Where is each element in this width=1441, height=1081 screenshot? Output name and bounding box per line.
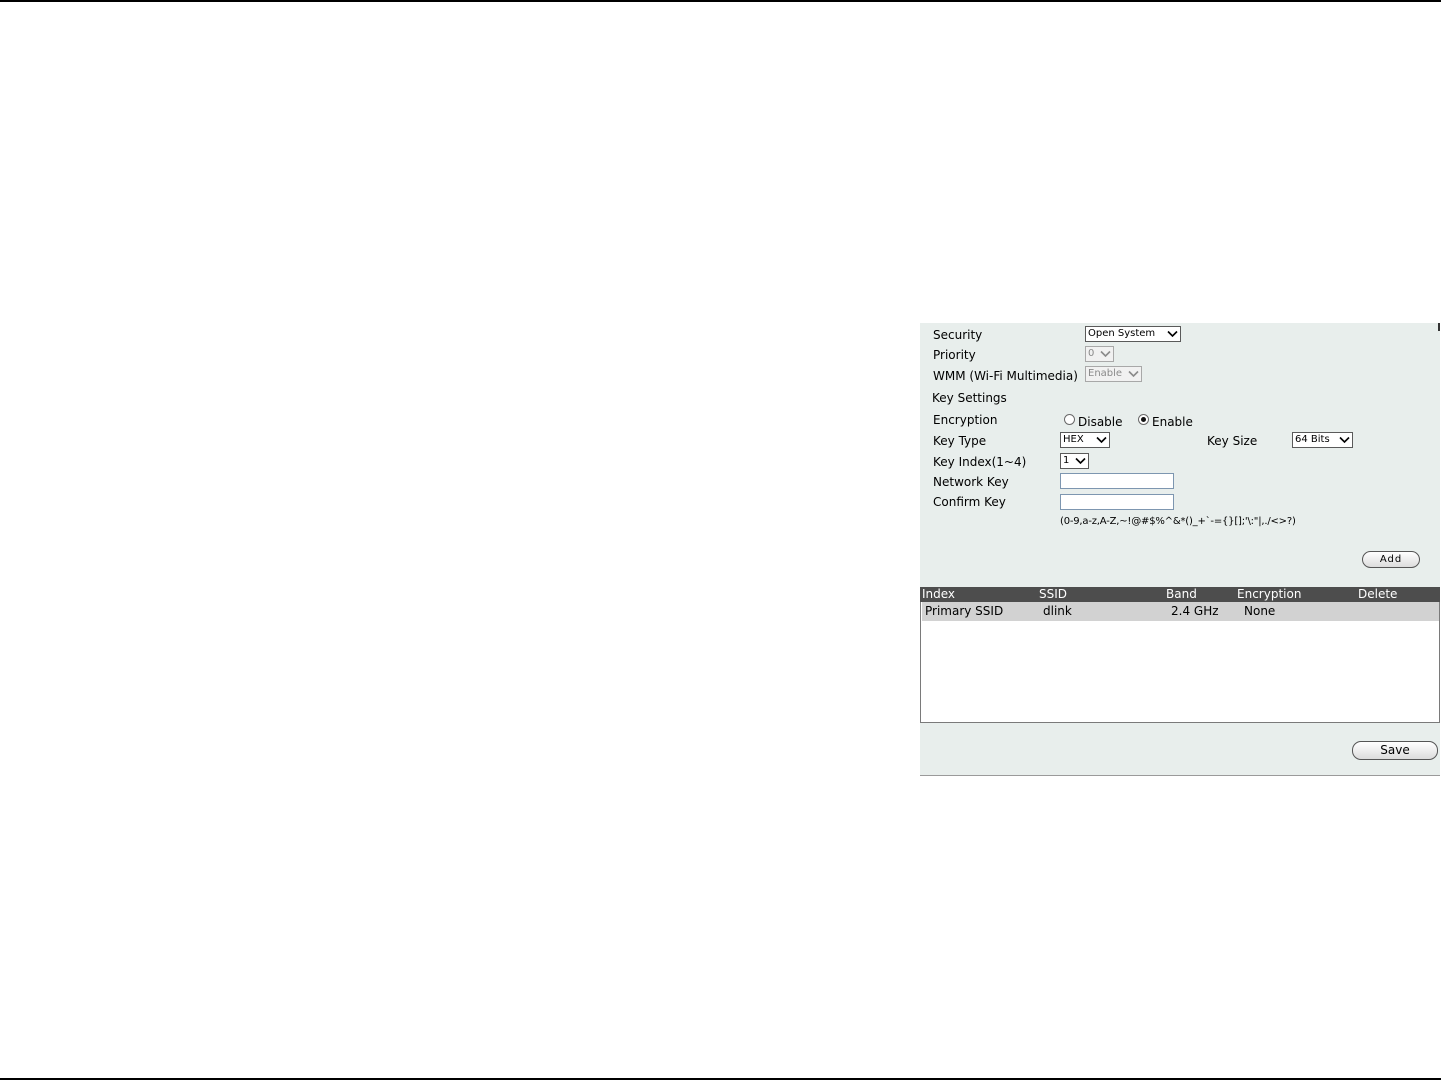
chevron-down-icon <box>1128 370 1139 378</box>
row-ssid-cell: dlink <box>1043 604 1072 618</box>
add-button[interactable]: Add <box>1362 551 1420 568</box>
corner-marker <box>1438 323 1440 331</box>
confirm-key-input[interactable] <box>1060 494 1174 510</box>
security-value: Open System <box>1088 328 1156 339</box>
ssid-table-body: Primary SSID dlink 2.4 GHz None <box>920 602 1440 723</box>
top-rule <box>0 0 1441 2</box>
encryption-label: Encryption <box>933 413 998 427</box>
ssid-table-header: Index SSID Band Encryption Delete <box>920 587 1440 602</box>
encryption-enable-label: Enable <box>1152 415 1193 429</box>
row-index-cell: Primary SSID <box>925 604 1004 618</box>
bottom-rule <box>0 1078 1441 1080</box>
chevron-down-icon <box>1100 350 1111 358</box>
chevron-down-icon <box>1339 436 1350 444</box>
key-type-select[interactable]: HEX <box>1060 432 1110 448</box>
key-type-label: Key Type <box>933 434 987 448</box>
network-key-input[interactable] <box>1060 473 1174 489</box>
wmm-label: WMM (Wi-Fi Multimedia) <box>933 369 1078 383</box>
key-size-select[interactable]: 64 Bits <box>1292 432 1353 448</box>
priority-value: 0 <box>1088 348 1095 359</box>
row-band-cell: 2.4 GHz <box>1171 604 1219 618</box>
encryption-enable-radio[interactable] <box>1138 414 1149 425</box>
row-encryption-cell: None <box>1244 604 1276 618</box>
save-button[interactable]: Save <box>1352 741 1438 760</box>
priority-label: Priority <box>933 348 976 362</box>
chevron-down-icon <box>1096 436 1107 444</box>
confirm-key-label: Confirm Key <box>933 495 1006 509</box>
column-header-delete: Delete <box>1358 587 1398 601</box>
key-index-value: 1 <box>1063 455 1070 466</box>
column-header-ssid: SSID <box>1039 587 1068 601</box>
ssid-table: Index SSID Band Encryption Delete Primar… <box>920 587 1440 723</box>
network-key-label: Network Key <box>933 475 1009 489</box>
key-index-label: Key Index(1~4) <box>933 455 1027 469</box>
key-size-label: Key Size <box>1207 434 1258 448</box>
chevron-down-icon <box>1075 457 1086 465</box>
wmm-select[interactable]: Enable <box>1085 366 1142 382</box>
key-type-value: HEX <box>1063 434 1084 445</box>
security-label: Security <box>933 328 983 342</box>
key-size-value: 64 Bits <box>1295 434 1330 445</box>
table-row[interactable]: Primary SSID dlink 2.4 GHz None <box>922 602 1439 621</box>
key-index-select[interactable]: 1 <box>1060 453 1089 469</box>
key-settings-heading: Key Settings <box>932 391 1007 405</box>
column-header-encryption: Encryption <box>1237 587 1302 601</box>
chevron-down-icon <box>1167 330 1178 338</box>
encryption-disable-label: Disable <box>1078 415 1123 429</box>
column-header-band: Band <box>1166 587 1197 601</box>
priority-select[interactable]: 0 <box>1085 346 1114 362</box>
wmm-value: Enable <box>1088 368 1123 379</box>
column-header-index: Index <box>922 587 956 601</box>
security-select[interactable]: Open System <box>1085 326 1181 342</box>
allowed-characters-hint: (0-9,a-z,A-Z,~!@#$%^&*()_+`-={}[];'\:"|,… <box>1060 516 1296 527</box>
encryption-disable-radio[interactable] <box>1064 414 1075 425</box>
wireless-settings-panel: Security Open System Priority 0 WMM (Wi-… <box>920 323 1440 776</box>
